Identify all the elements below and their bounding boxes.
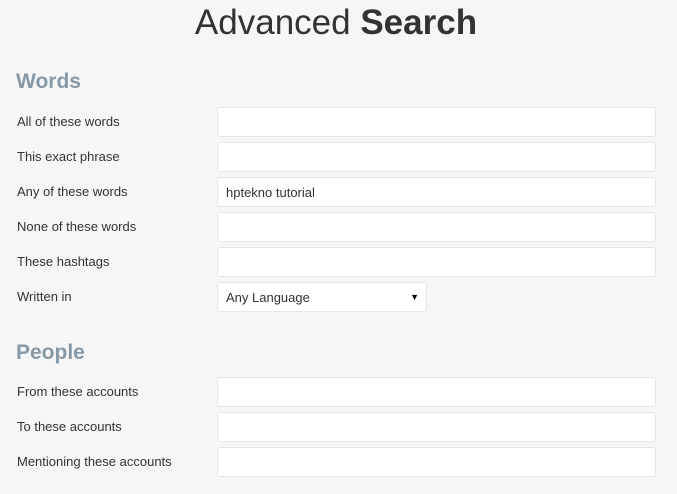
- written-in-label: Written in: [17, 289, 72, 304]
- row-mentioning-accounts: Mentioning these accounts: [0, 447, 677, 477]
- hashtags-label: These hashtags: [17, 254, 110, 269]
- page-title-bold: Search: [360, 3, 478, 42]
- from-accounts-input[interactable]: [217, 377, 656, 407]
- row-to-accounts: To these accounts: [0, 412, 677, 442]
- exact-phrase-input[interactable]: [217, 142, 656, 172]
- dropdown-triangle-icon: ▼: [410, 292, 419, 302]
- from-accounts-label: From these accounts: [17, 384, 139, 399]
- row-all-words: All of these words: [0, 107, 677, 137]
- language-select[interactable]: Any Language ▼: [217, 282, 427, 312]
- mentioning-accounts-label: Mentioning these accounts: [17, 454, 172, 469]
- mentioning-accounts-input[interactable]: [217, 447, 656, 477]
- to-accounts-input[interactable]: [217, 412, 656, 442]
- hashtags-input[interactable]: [217, 247, 656, 277]
- all-words-label: All of these words: [17, 114, 120, 129]
- none-words-label: None of these words: [17, 219, 137, 234]
- section-title-people: People: [16, 341, 85, 364]
- page-title-light: Advanced: [194, 3, 351, 42]
- row-hashtags: These hashtags: [0, 247, 677, 277]
- all-words-input[interactable]: [217, 107, 656, 137]
- row-none-words: None of these words: [0, 212, 677, 242]
- row-any-words: Any of these words: [0, 177, 677, 207]
- exact-phrase-label: This exact phrase: [17, 149, 120, 164]
- row-exact-phrase: This exact phrase: [0, 142, 677, 172]
- none-words-input[interactable]: [217, 212, 656, 242]
- section-title-words: Words: [16, 70, 81, 93]
- to-accounts-label: To these accounts: [17, 419, 122, 434]
- any-words-input[interactable]: [217, 177, 656, 207]
- any-words-label: Any of these words: [17, 184, 128, 199]
- row-from-accounts: From these accounts: [0, 377, 677, 407]
- page-title: Advanced Search: [0, 3, 672, 43]
- language-select-value: Any Language: [226, 290, 310, 305]
- row-written-in: Written in Any Language ▼: [0, 282, 677, 312]
